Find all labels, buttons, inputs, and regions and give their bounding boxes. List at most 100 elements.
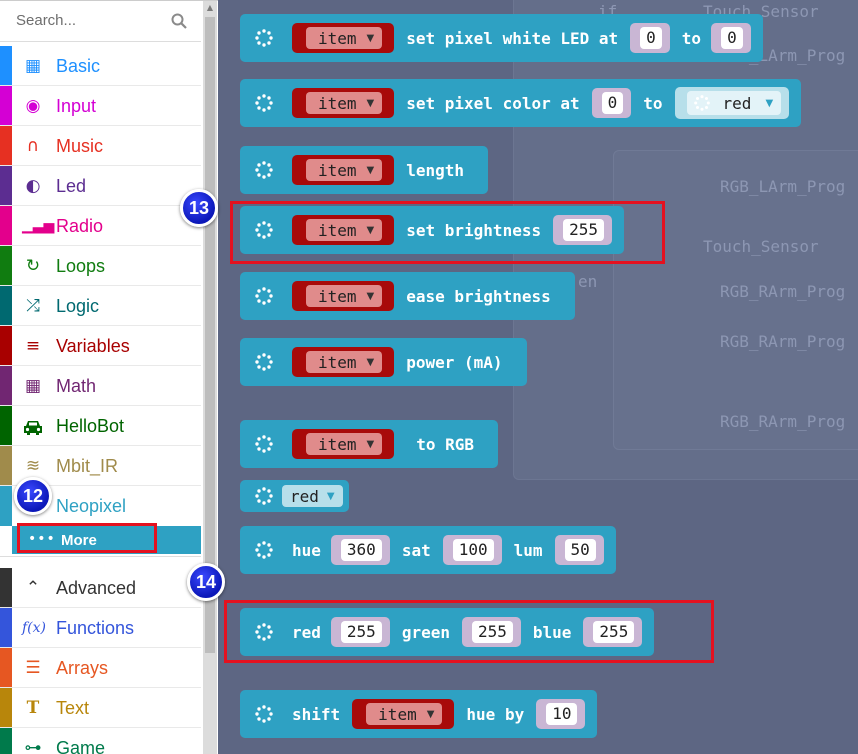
- to-rgb-block[interactable]: item ▼ to RGB: [240, 420, 499, 468]
- variable-dropdown[interactable]: item ▼: [292, 429, 395, 459]
- refresh-icon: ↻: [25, 256, 41, 276]
- color-dropdown[interactable]: red ▼: [674, 87, 790, 119]
- set-pixel-color-block[interactable]: item ▼ set pixel color at 0 to red ▼: [240, 79, 802, 127]
- number-value[interactable]: 50: [564, 539, 596, 561]
- block-text: set pixel white LED at: [406, 28, 619, 48]
- block-text: to: [681, 28, 702, 48]
- category-label: Basic: [56, 56, 101, 76]
- neopixel-icon: [255, 705, 273, 723]
- number-input[interactable]: 100: [442, 535, 502, 565]
- number-input[interactable]: 0: [711, 23, 751, 53]
- wifi-icon: ≋: [25, 456, 41, 476]
- neopixel-icon: [693, 95, 710, 111]
- search-box[interactable]: Search...: [0, 1, 201, 42]
- category-color-bar: [0, 46, 12, 85]
- search-icon[interactable]: [171, 13, 187, 29]
- category-basic[interactable]: ▦ Basic: [0, 46, 201, 86]
- category-label: Game: [56, 738, 106, 754]
- variable-dropdown[interactable]: item ▼: [292, 88, 395, 118]
- category-label: Advanced: [56, 578, 137, 598]
- variable-name: item: [318, 286, 357, 306]
- block-text: hue by: [466, 704, 525, 724]
- category-color-bar: [0, 286, 12, 325]
- category-hellobot[interactable]: HelloBot: [0, 406, 201, 446]
- number-value[interactable]: 0: [601, 92, 624, 114]
- category-game[interactable]: ⊶ Game: [0, 728, 201, 754]
- category-functions[interactable]: f(x) Functions: [0, 608, 201, 648]
- category-input[interactable]: ◉ Input: [0, 86, 201, 126]
- variable-name: item: [318, 93, 357, 113]
- neopixel-icon: [255, 353, 273, 371]
- block-text: shift: [292, 704, 341, 724]
- category-variables[interactable]: ≡ Variables: [0, 326, 201, 366]
- category-radio[interactable]: ▁▃▅ Radio: [0, 206, 201, 246]
- category-label: Music: [56, 136, 104, 156]
- number-input[interactable]: 50: [554, 535, 604, 565]
- category-music[interactable]: ∩ Music: [0, 126, 201, 166]
- category-color-bar: [0, 446, 12, 485]
- category-color-bar: [0, 206, 12, 245]
- block-text: to RGB: [416, 434, 475, 454]
- set-brightness-highlight: [230, 201, 665, 264]
- category-arrays[interactable]: ☰ Arrays: [0, 648, 201, 688]
- ease-brightness-block[interactable]: item ▼ ease brightness: [240, 272, 575, 320]
- rgb-highlight: [224, 600, 714, 663]
- shuffle-icon: ⤮: [26, 296, 40, 316]
- variable-dropdown[interactable]: item ▼: [352, 699, 455, 729]
- category-color-bar: [0, 486, 12, 526]
- category-logic[interactable]: ⤮ Logic: [0, 286, 201, 326]
- block-text: length: [406, 160, 465, 180]
- category-math[interactable]: ▦ Math: [0, 366, 201, 406]
- background-label: Touch_Sensor: [703, 237, 819, 256]
- variable-dropdown[interactable]: item ▼: [292, 281, 395, 311]
- chevron-down-icon: ▼: [366, 438, 375, 450]
- variable-dropdown[interactable]: item ▼: [292, 23, 395, 53]
- color-block[interactable]: red ▼: [240, 480, 349, 512]
- toolbox-scroll-thumb[interactable]: [205, 17, 215, 653]
- toggle-icon: ◐: [25, 176, 41, 196]
- number-value[interactable]: 0: [721, 27, 743, 49]
- list-ordered-icon: ☰: [25, 658, 41, 678]
- background-label: RGB_RArm_Prog: [720, 332, 846, 351]
- color-dropdown[interactable]: red ▼: [282, 485, 343, 507]
- chevron-down-icon: ▼: [366, 356, 375, 368]
- number-input[interactable]: 0: [591, 88, 632, 118]
- number-value[interactable]: 0: [640, 27, 662, 49]
- chevron-up-icon: ⌃: [25, 578, 41, 598]
- block-text: ease brightness: [406, 286, 551, 306]
- number-input[interactable]: 10: [536, 699, 586, 729]
- target-icon: ◉: [25, 96, 41, 116]
- number-value[interactable]: 360: [340, 539, 382, 561]
- scroll-up-icon[interactable]: ▲: [205, 3, 215, 13]
- variable-name: item: [318, 352, 357, 372]
- length-block[interactable]: item ▼ length: [240, 146, 489, 194]
- number-input[interactable]: 360: [330, 535, 390, 565]
- chevron-down-icon: ▼: [326, 490, 335, 502]
- category-label: Led: [56, 176, 87, 196]
- variable-name: item: [318, 434, 357, 454]
- car-icon: [24, 421, 42, 435]
- category-led[interactable]: ◐ Led: [0, 166, 201, 206]
- category-loops[interactable]: ↻ Loops: [0, 246, 201, 286]
- set-pixel-white-led-block[interactable]: item ▼ set pixel white LED at 0 to 0: [240, 14, 763, 62]
- variable-dropdown[interactable]: item ▼: [292, 155, 395, 185]
- neopixel-icon: [255, 94, 273, 112]
- variable-name: item: [318, 160, 357, 180]
- number-input[interactable]: 0: [630, 23, 670, 53]
- category-color-bar: [0, 728, 12, 754]
- category-label: Variables: [56, 336, 130, 356]
- category-text[interactable]: T Text: [0, 688, 201, 728]
- shift-hue-block[interactable]: shift item ▼ hue by 10: [240, 690, 598, 738]
- category-label: Mbit_IR: [56, 456, 119, 476]
- function-icon: f(x): [22, 620, 47, 636]
- number-value[interactable]: 100: [452, 539, 494, 561]
- number-value[interactable]: 10: [546, 703, 578, 725]
- hsl-block[interactable]: hue 360 sat 100 lum 50: [240, 526, 616, 574]
- power-block[interactable]: item ▼ power (mA): [240, 338, 527, 386]
- neopixel-icon: [255, 287, 273, 305]
- color-name: red: [290, 486, 319, 506]
- category-advanced[interactable]: ⌃ Advanced: [0, 568, 201, 608]
- variable-dropdown[interactable]: item ▼: [292, 347, 395, 377]
- search-input[interactable]: Search...: [16, 12, 76, 29]
- headphones-icon: ∩: [26, 136, 40, 156]
